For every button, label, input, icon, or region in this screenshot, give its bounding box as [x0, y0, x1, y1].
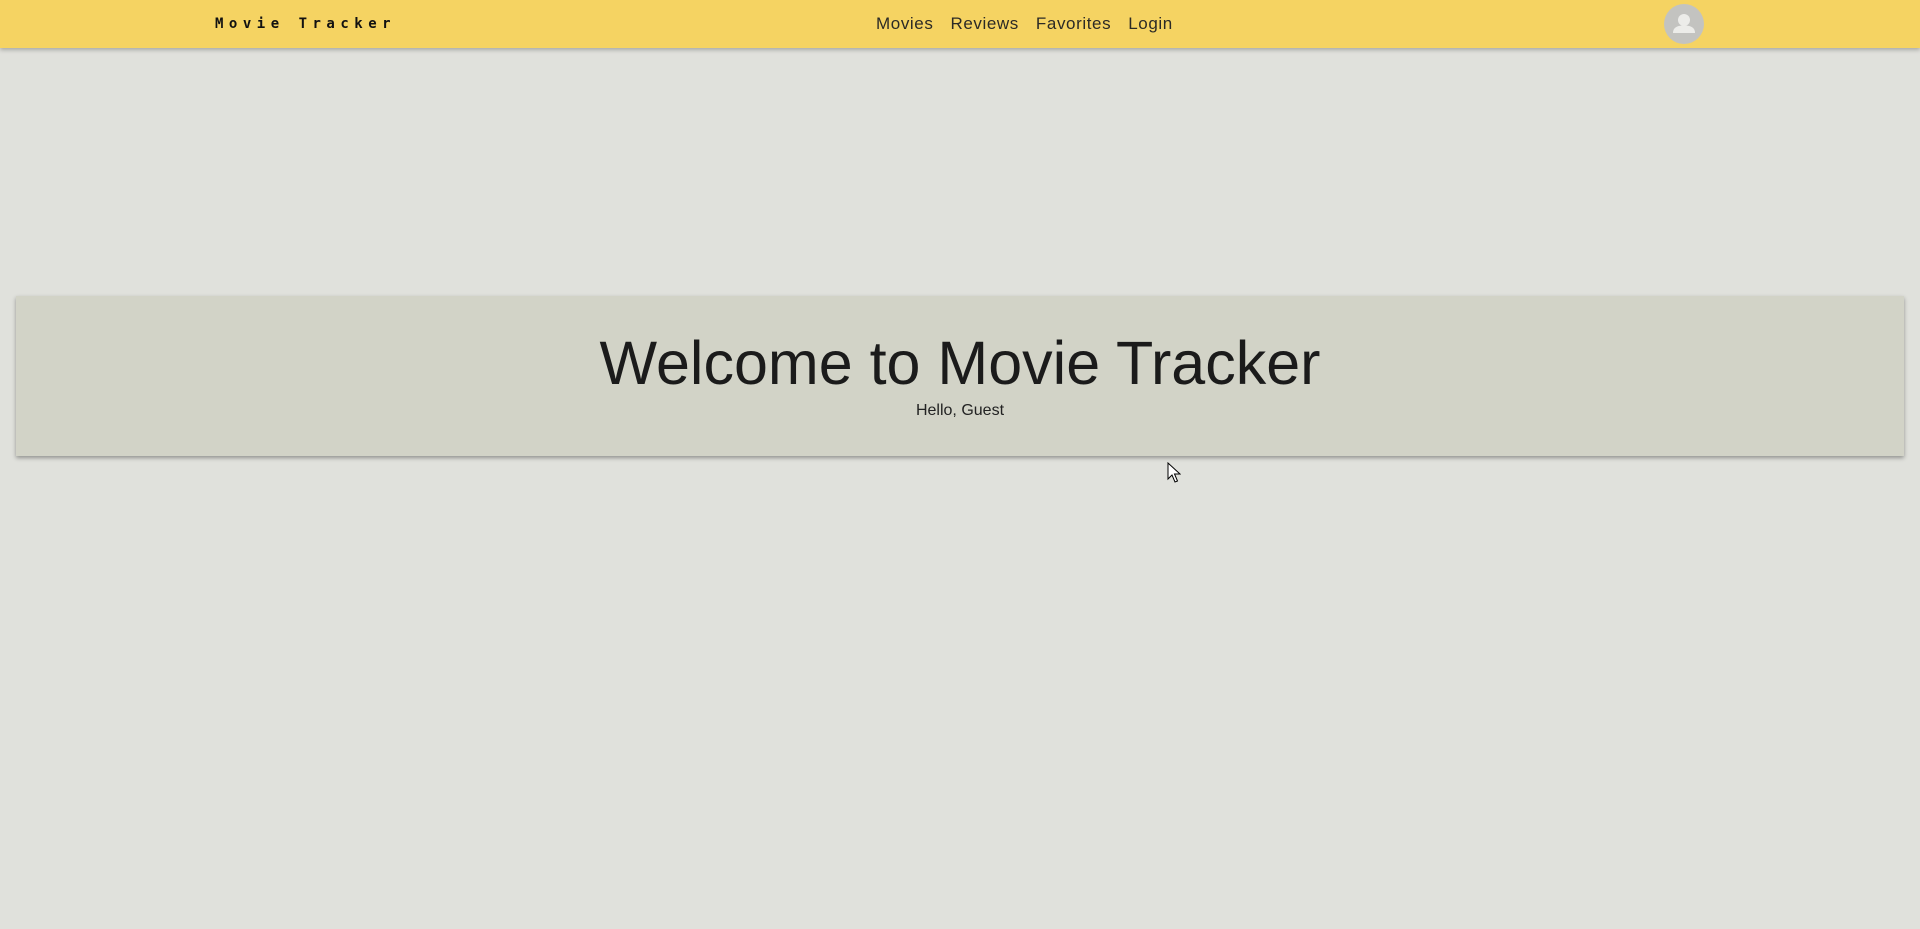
nav-link-movies[interactable]: Movies	[876, 14, 933, 34]
user-avatar-button[interactable]	[1664, 4, 1704, 44]
nav-links: Movies Reviews Favorites Login	[876, 0, 1173, 48]
nav-link-reviews[interactable]: Reviews	[950, 14, 1018, 34]
nav-link-favorites[interactable]: Favorites	[1036, 14, 1111, 34]
greeting-text: Hello, Guest	[915, 402, 1005, 419]
welcome-banner: Welcome to Movie Tracker Hello, Guest	[16, 296, 1904, 456]
navbar: Movie Tracker Movies Reviews Favorites L…	[0, 0, 1920, 48]
mouse-cursor-icon	[1167, 462, 1181, 483]
user-avatar-icon	[1673, 14, 1695, 33]
welcome-title: Welcome to Movie Tracker	[599, 329, 1321, 397]
nav-link-login[interactable]: Login	[1128, 14, 1173, 34]
brand-logo[interactable]: Movie Tracker	[215, 0, 396, 48]
